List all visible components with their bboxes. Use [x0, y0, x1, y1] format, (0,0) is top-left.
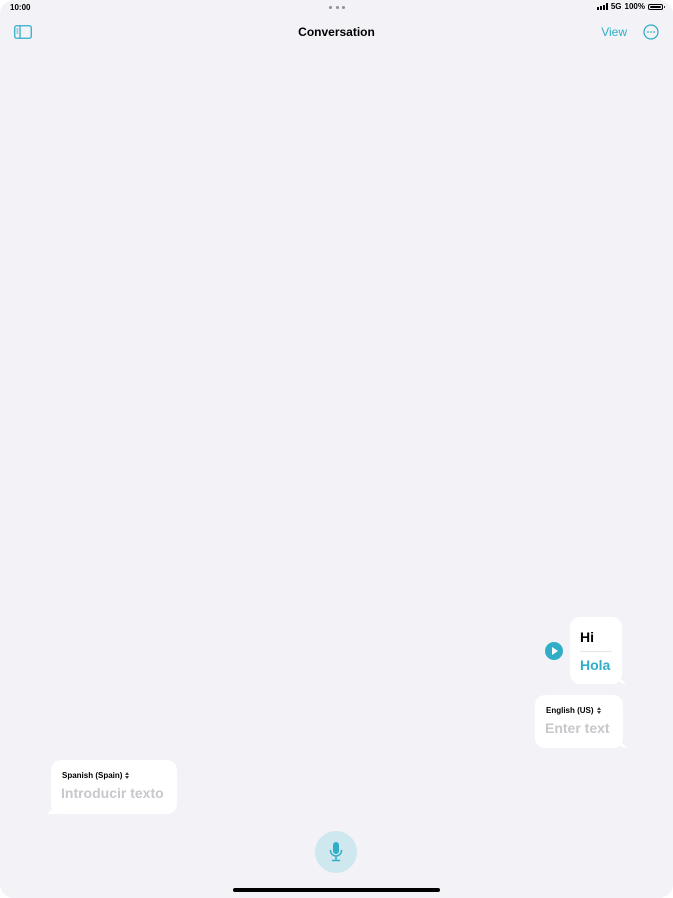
multitasking-dots-icon[interactable]	[329, 6, 345, 10]
cellular-signal-icon	[596, 3, 608, 10]
chevron-up-down-icon	[596, 707, 601, 714]
spanish-input-bubble: Spanish (Spain)	[51, 760, 177, 814]
app-window: 10:00 5G 100% Conversation View Hi Hola …	[0, 0, 673, 898]
english-input-bubble: English (US)	[535, 695, 623, 748]
english-language-label: English (US)	[546, 706, 594, 715]
message-divider	[580, 651, 612, 652]
message-source-text: Hi	[580, 629, 594, 645]
microphone-icon	[329, 842, 343, 862]
view-button[interactable]: View	[601, 25, 627, 39]
page-title: Conversation	[298, 25, 375, 39]
english-language-selector[interactable]: English (US)	[546, 706, 601, 715]
spanish-language-selector[interactable]: Spanish (Spain)	[62, 771, 130, 780]
spanish-language-label: Spanish (Spain)	[62, 771, 123, 780]
network-type: 5G	[610, 2, 622, 11]
english-text-input[interactable]	[545, 720, 619, 736]
battery-icon	[648, 3, 665, 10]
spanish-text-input[interactable]	[61, 785, 173, 801]
message-translation-text: Hola	[580, 657, 611, 673]
battery-percentage: 100%	[624, 2, 645, 11]
status-indicators: 5G 100%	[596, 2, 665, 11]
chevron-up-down-icon	[125, 772, 130, 779]
ellipsis-circle-icon	[643, 24, 659, 40]
play-translation-button[interactable]	[545, 642, 563, 660]
microphone-button[interactable]	[315, 831, 357, 873]
home-indicator[interactable]	[233, 888, 440, 892]
more-options-button[interactable]	[643, 24, 659, 40]
message-bubble[interactable]: Hi Hola	[570, 617, 622, 684]
status-time: 10:00	[10, 3, 31, 12]
